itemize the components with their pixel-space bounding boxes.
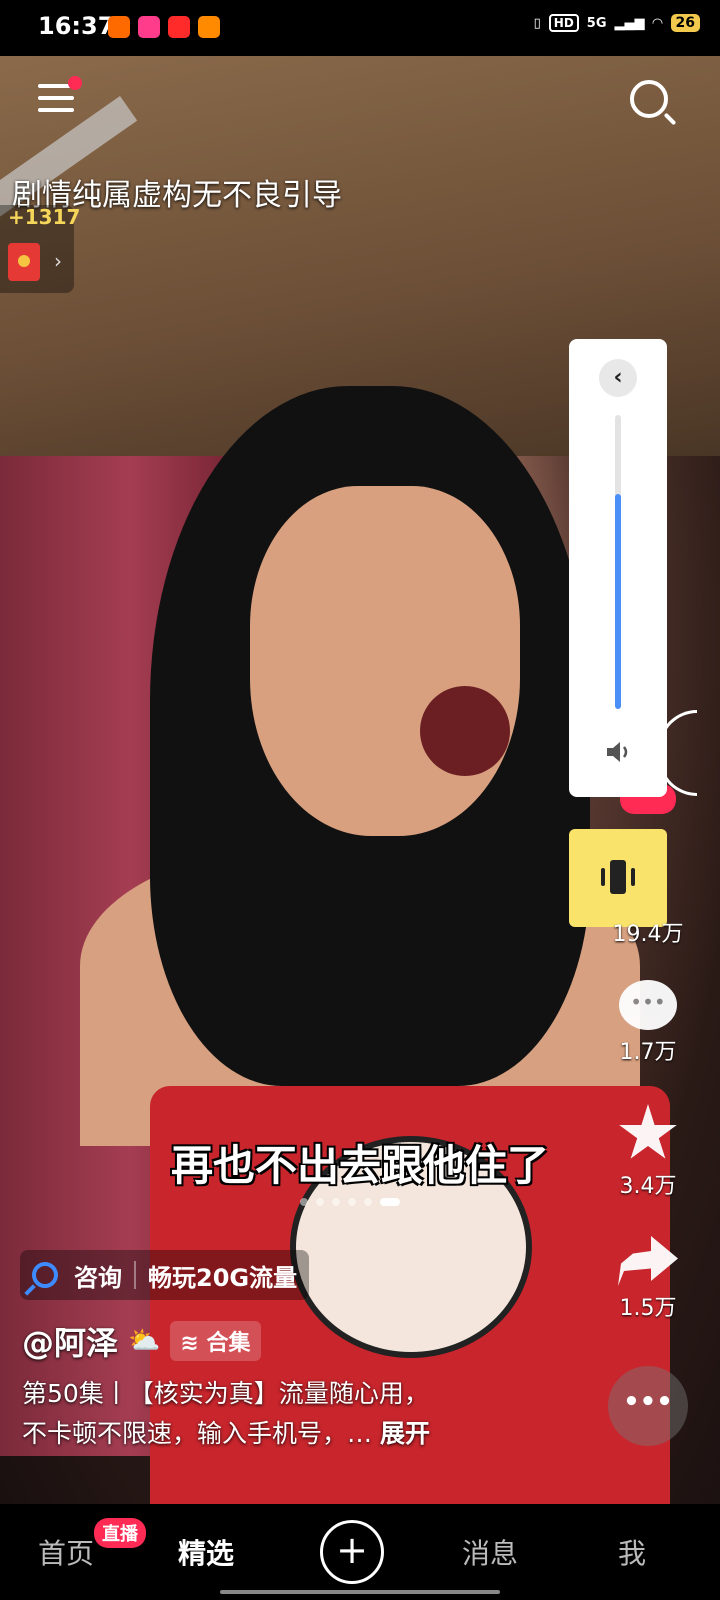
tab-messages[interactable]: 消息 <box>462 1532 518 1572</box>
home-indicator <box>220 1590 500 1594</box>
comment-icon <box>619 980 677 1030</box>
app-notification-icon <box>138 16 160 38</box>
chevron-right-icon: › <box>54 249 62 273</box>
app-notification-icon <box>168 16 190 38</box>
signal-icon: ▂▄▆ <box>614 15 645 31</box>
collapse-volume-button[interactable]: ‹ <box>599 359 637 397</box>
video-person-face <box>250 486 520 836</box>
expand-link[interactable]: 展开 <box>380 1419 430 1448</box>
tab-home[interactable]: 首页 <box>38 1532 94 1572</box>
status-bar: 16:37 ▯ HD 5G ▂▄▆ ◠ 26 <box>0 0 720 56</box>
red-envelope-reward[interactable]: +1317 › <box>0 205 80 293</box>
bottom-tab-bar: 首页 直播 精选 + 消息 我 <box>0 1504 720 1600</box>
status-indicators: ▯ HD 5G ▂▄▆ ◠ 26 <box>534 14 700 32</box>
menu-notification-dot <box>68 76 82 90</box>
status-app-icons <box>108 16 220 38</box>
status-time: 16:37 <box>38 12 115 40</box>
tab-featured[interactable]: 精选 <box>178 1532 234 1572</box>
app-notification-icon <box>198 16 220 38</box>
speaker-icon[interactable] <box>603 737 633 767</box>
description-line-2: 不卡顿不限速，输入手机号，… 展开 <box>22 1419 430 1448</box>
search-icon[interactable] <box>630 80 668 118</box>
collection-label: 合集 <box>206 1331 251 1356</box>
wifi-icon: ◠ <box>652 15 663 31</box>
video-person-mouth <box>420 686 510 776</box>
like-button[interactable]: 19.4万 <box>606 858 690 948</box>
promo-bar[interactable]: 咨询 畅玩20G流量 <box>20 1250 310 1300</box>
share-icon <box>618 1236 678 1286</box>
reward-count: +1317 <box>8 205 81 229</box>
menu-icon[interactable] <box>38 76 82 112</box>
video-subtitle: 再也不出去跟他住了 <box>170 1141 549 1190</box>
tab-me[interactable]: 我 <box>618 1532 646 1572</box>
share-count: 1.5万 <box>619 1296 677 1321</box>
share-button[interactable]: 1.5万 <box>606 1236 690 1322</box>
carousel-indicator <box>300 1198 400 1206</box>
author-row: @阿泽 ⛅ ≋ 合集 <box>22 1318 261 1364</box>
collection-tag[interactable]: ≋ 合集 <box>170 1321 261 1361</box>
promo-offer-label[interactable]: 畅玩20G流量 <box>148 1258 297 1293</box>
comment-button[interactable]: 1.7万 <box>606 980 690 1066</box>
app-notification-icon <box>108 16 130 38</box>
search-icon <box>32 1262 58 1288</box>
like-count: 19.4万 <box>612 922 684 947</box>
weather-icon: ⛅ <box>128 1326 161 1356</box>
network-label: 5G <box>586 15 607 31</box>
layers-icon: ≋ <box>180 1331 207 1356</box>
volume-panel: ‹ <box>569 339 667 797</box>
volume-slider[interactable] <box>615 415 621 709</box>
red-envelope-icon <box>8 243 40 281</box>
video-description[interactable]: 第50集丨【核实为真】流量随心用， 不卡顿不限速，输入手机号，… 展开 <box>22 1374 582 1454</box>
live-badge[interactable]: 直播 <box>94 1518 146 1548</box>
author-name[interactable]: @阿泽 <box>22 1318 118 1364</box>
description-line-1: 第50集丨【核实为真】流量随心用， <box>22 1379 429 1408</box>
comment-count: 1.7万 <box>619 1040 677 1065</box>
vibrate-mode-icon: ▯ <box>533 15 541 31</box>
promo-consult-label[interactable]: 咨询 <box>74 1258 122 1293</box>
more-options-button[interactable]: ••• <box>608 1366 688 1446</box>
volume-slider-fill <box>615 494 621 709</box>
hd-badge: HD <box>548 14 579 32</box>
divider <box>134 1261 136 1289</box>
post-button[interactable]: + <box>320 1520 384 1584</box>
battery-indicator: 26 <box>670 14 700 32</box>
